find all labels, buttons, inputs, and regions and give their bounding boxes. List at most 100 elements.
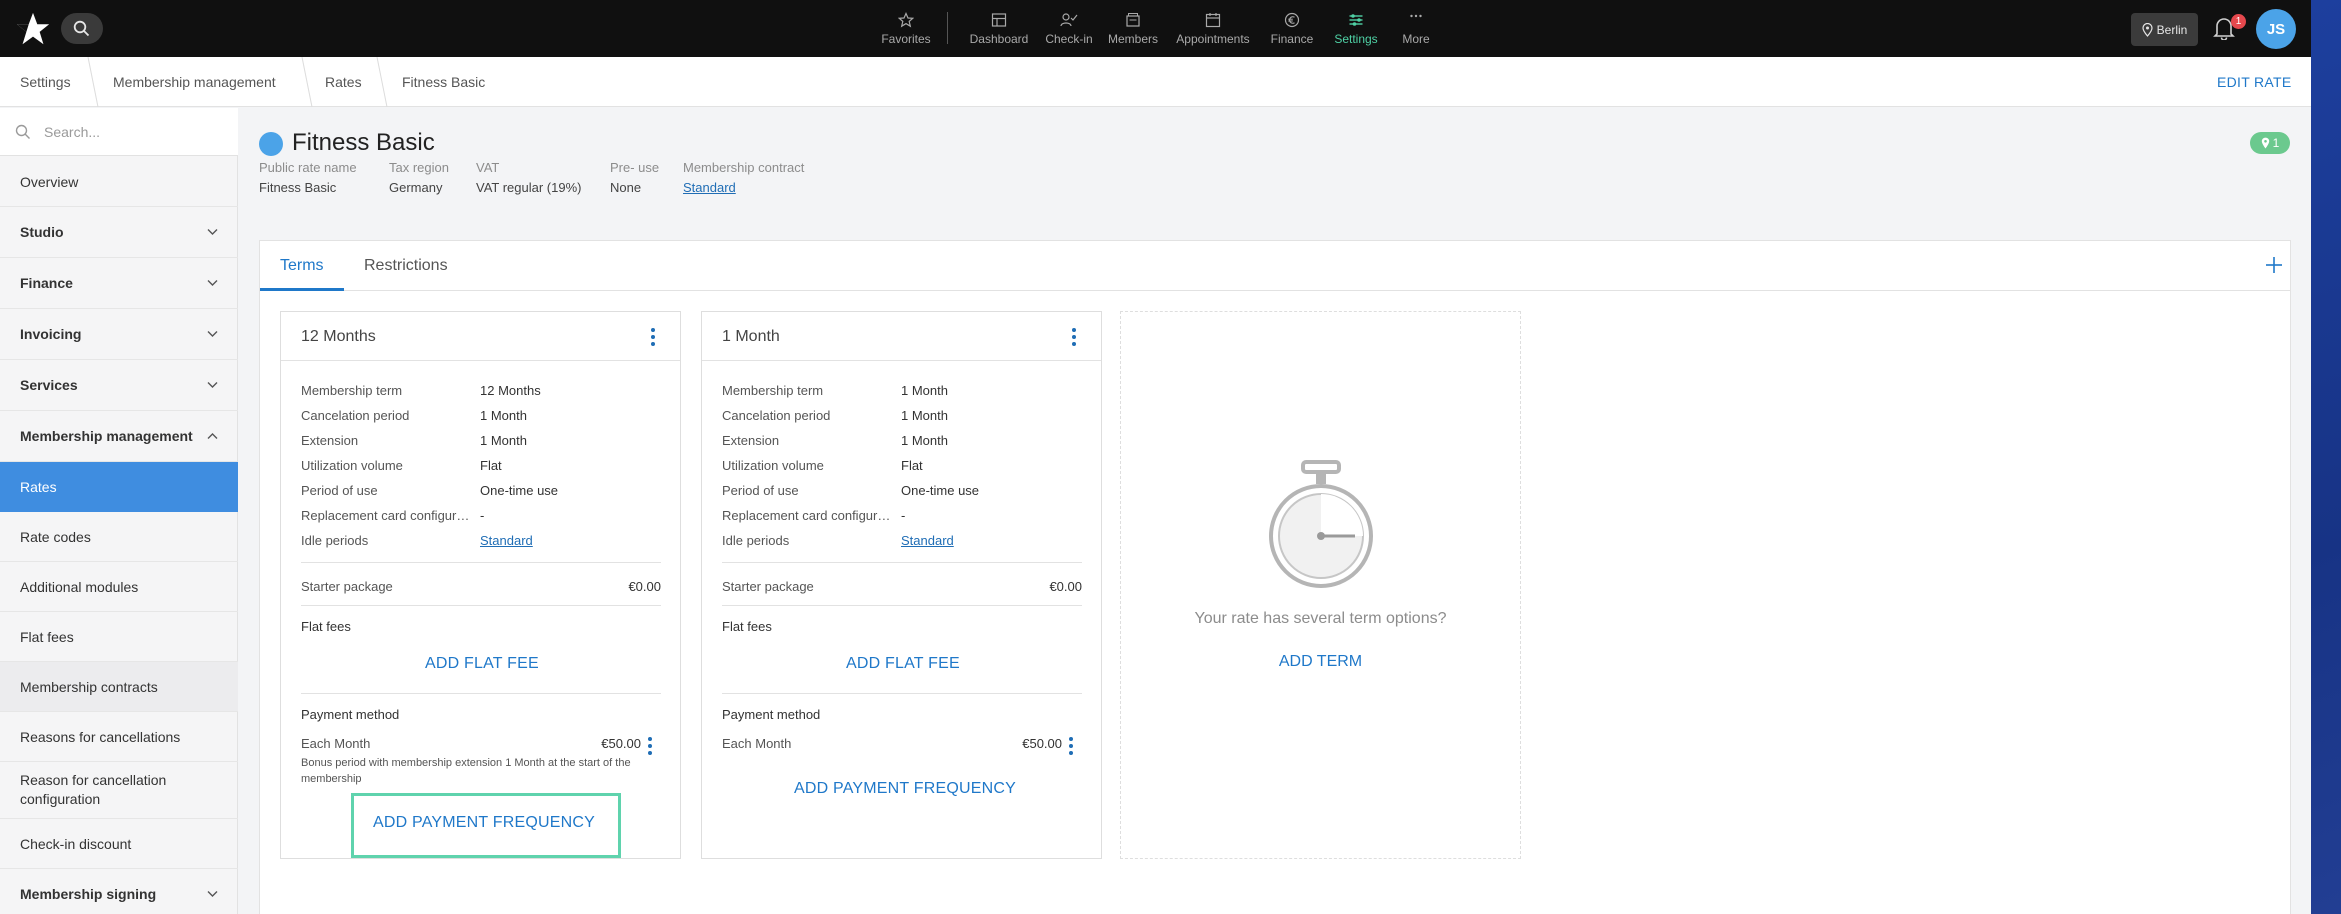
sidebar-item-label: Flat fees — [20, 628, 74, 645]
meta-vat: VAT VAT regular (19%) — [476, 160, 582, 195]
calendar-icon — [1205, 12, 1221, 27]
row-value: 1 Month — [901, 408, 948, 423]
row-value: 12 Months — [480, 383, 541, 398]
divider — [301, 562, 661, 563]
sidebar-item-membership-signing[interactable]: Membership signing — [0, 869, 238, 914]
sidebar-item-label: Studio — [20, 224, 64, 240]
breadcrumb: Settings Membership management Rates Fit… — [0, 57, 2311, 107]
add-payment-frequency-button[interactable]: ADD PAYMENT FREQUENCY — [373, 814, 595, 832]
sidebar-item-label: Services — [20, 377, 78, 393]
add-payment-frequency-button[interactable]: ADD PAYMENT FREQUENCY — [794, 780, 1016, 798]
sidebar-search-input[interactable] — [44, 120, 224, 144]
term-card-title: 1 Month — [722, 328, 780, 345]
check-in-icon — [1060, 12, 1078, 26]
term-row-period-of-use: Period of use One-time use — [722, 483, 1082, 501]
nav-settings[interactable]: Settings — [1328, 0, 1384, 57]
stopwatch-icon — [1269, 460, 1373, 588]
sidebar-item-reasons-for-cancellations[interactable]: Reasons for cancellations — [0, 712, 238, 762]
breadcrumb-membership-management[interactable]: Membership management — [113, 74, 276, 90]
sidebar-item-invoicing[interactable]: Invoicing — [0, 309, 238, 360]
term-row-cancelation-period: Cancelation period 1 Month — [301, 408, 661, 426]
active-tab-indicator — [260, 288, 344, 291]
row-label: Period of use — [301, 483, 378, 498]
payment-frequency: Each Month — [301, 736, 371, 751]
term-row-idle-periods: Idle periods Standard — [301, 533, 661, 551]
sidebar-item-services[interactable]: Services — [0, 360, 238, 411]
add-flat-fee-button[interactable]: ADD FLAT FEE — [846, 655, 960, 673]
nav-label: Finance — [1270, 31, 1314, 46]
nav-appointments[interactable]: Appointments — [1170, 0, 1256, 57]
row-value: - — [901, 508, 906, 523]
sidebar-item-overview[interactable]: Overview — [0, 157, 238, 207]
row-label: Membership term — [722, 383, 824, 398]
meta-public-rate-name: Public rate name Fitness Basic — [259, 160, 357, 195]
tab-restrictions[interactable]: Restrictions — [364, 257, 448, 275]
location-selector[interactable]: Berlin — [2131, 13, 2198, 46]
tab-terms[interactable]: Terms — [280, 257, 324, 275]
term-row-utilization-volume: Utilization volume Flat — [301, 458, 661, 476]
nav-dashboard[interactable]: Dashboard — [966, 0, 1032, 57]
flat-fees-heading: Flat fees — [301, 619, 351, 634]
sidebar-item-additional-modules[interactable]: Additional modules — [0, 562, 238, 612]
payment-options-icon[interactable] — [1068, 736, 1074, 756]
add-term-placeholder-card: Your rate has several term options? ADD … — [1120, 311, 1521, 859]
term-row-extension: Extension 1 Month — [722, 433, 1082, 451]
edit-rate-button[interactable]: EDIT RATE — [2217, 74, 2292, 90]
breadcrumb-rates[interactable]: Rates — [325, 74, 362, 90]
membership-contract-link[interactable]: Standard — [683, 180, 804, 195]
nav-favorites[interactable]: Favorites — [881, 0, 931, 57]
more-options-icon[interactable] — [1071, 327, 1077, 347]
row-label: Period of use — [722, 483, 799, 498]
row-label: Replacement card configuration — [722, 508, 897, 523]
add-plus-icon[interactable] — [2262, 253, 2286, 277]
sidebar-item-rates[interactable]: Rates — [0, 462, 238, 512]
payment-options-icon[interactable] — [647, 736, 653, 756]
meta-value: Germany — [389, 180, 443, 195]
sidebar-search — [0, 108, 238, 156]
terms-panel: Terms Restrictions 12 Months Membership … — [259, 240, 2291, 914]
add-flat-fee-button[interactable]: ADD FLAT FEE — [425, 655, 539, 673]
nav-check-in[interactable]: Check-in — [1042, 0, 1096, 57]
nav-more[interactable]: More — [1394, 0, 1438, 57]
row-value: One-time use — [901, 483, 980, 498]
nav-members[interactable]: Members — [1104, 0, 1162, 57]
sidebar-item-cancellation-configuration[interactable]: Reason for cancellation configuration — [0, 762, 238, 819]
add-term-button[interactable]: ADD TERM — [1121, 653, 1520, 671]
sidebar-item-studio[interactable]: Studio — [0, 207, 238, 258]
nav-finance[interactable]: Finance — [1266, 0, 1318, 57]
global-search-button[interactable] — [61, 13, 103, 44]
payment-method-heading: Payment method — [722, 707, 821, 722]
settings-sidebar: Overview Studio Finance Invoicing Servic… — [0, 108, 238, 914]
meta-value: None — [610, 180, 642, 195]
row-value: €0.00 — [1049, 579, 1082, 594]
location-pin-icon — [2142, 22, 2153, 37]
breadcrumb-settings[interactable]: Settings — [20, 74, 71, 90]
notification-count-badge: 1 — [2231, 14, 2246, 29]
location-pin-icon — [2261, 137, 2269, 149]
sidebar-item-label: Additional modules — [20, 578, 139, 595]
sidebar-item-check-in-discount[interactable]: Check-in discount — [0, 819, 238, 869]
star-icon — [898, 11, 914, 27]
location-count-badge[interactable]: 1 — [2250, 132, 2290, 154]
row-label: Starter package — [301, 579, 393, 594]
sidebar-item-membership-management[interactable]: Membership management — [0, 411, 238, 462]
sidebar-item-rate-codes[interactable]: Rate codes — [0, 512, 238, 562]
user-avatar[interactable]: JS — [2256, 9, 2296, 49]
sidebar-item-flat-fees[interactable]: Flat fees — [0, 612, 238, 662]
top-navigation-bar: Favorites Dashboard Check-in Members App… — [0, 0, 2311, 57]
idle-periods-link[interactable]: Standard — [901, 533, 954, 548]
idle-periods-link[interactable]: Standard — [480, 533, 533, 548]
nav-label: More — [1402, 31, 1430, 46]
starter-package-row: Starter package €0.00 — [301, 579, 661, 594]
sidebar-item-label: Check-in discount — [20, 835, 132, 852]
brand-logo-icon[interactable] — [14, 10, 52, 48]
chevron-down-icon — [207, 890, 218, 897]
divider — [722, 562, 1082, 563]
meta-label: Public rate name — [259, 160, 357, 175]
breadcrumb-current-rate: Fitness Basic — [402, 74, 486, 90]
more-options-icon[interactable] — [650, 327, 656, 347]
row-label: Cancelation period — [722, 408, 831, 423]
rate-color-dot — [259, 132, 283, 156]
sidebar-item-finance[interactable]: Finance — [0, 258, 238, 309]
sidebar-item-membership-contracts[interactable]: Membership contracts — [0, 662, 238, 712]
